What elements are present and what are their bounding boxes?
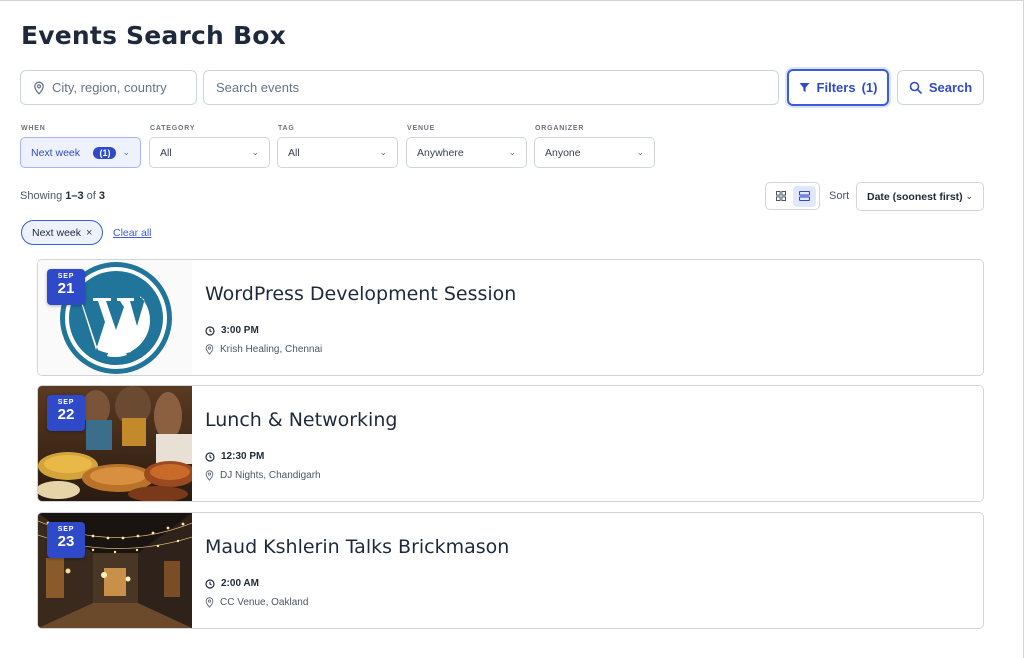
sort-value: Date (soonest first) [867,190,963,203]
filter-select-category[interactable]: All ⌄ [149,137,270,168]
filter-select-tag[interactable]: All ⌄ [277,137,398,168]
event-search-input[interactable]: Search events [203,70,779,105]
clock-icon [205,578,215,589]
chevron-down-icon: ⌄ [965,191,973,201]
filters-label: Filters [816,80,856,95]
funnel-icon [799,83,810,92]
event-time-text: 3:00 PM [221,325,259,336]
filter-label-tag: TAG [278,125,295,132]
event-search-placeholder: Search events [216,80,300,95]
chevron-down-icon: ⌄ [251,147,259,157]
magnifier-icon [909,81,922,94]
grid-view-button[interactable] [769,186,792,207]
filter-label-organizer: ORGANIZER [535,125,585,132]
filter-label-when: WHEN [21,125,46,132]
location-placeholder: City, region, country [52,80,167,95]
results-of: of [83,190,99,202]
search-button-label: Search [928,80,973,95]
chevron-down-icon: ⌄ [508,147,516,157]
event-date-badge: SEP 23 [47,522,85,558]
event-month: SEP [57,526,75,533]
map-pin-icon [34,81,44,95]
filters-button[interactable]: Filters (1) [787,69,889,106]
event-venue: Krish Healing, Chennai [205,344,322,355]
filter-value-venue: Anywhere [417,146,464,159]
filter-value-when: Next week [31,146,81,159]
results-range: 1–3 [65,190,84,202]
event-month: SEP [57,399,75,406]
page-title: Events Search Box [21,21,286,50]
results-count: Showing 1–3 of 3 [20,190,105,202]
search-button[interactable]: Search [897,70,984,105]
list-icon [798,191,810,201]
event-title[interactable]: Lunch & Networking [205,409,397,431]
map-pin-icon [205,344,214,355]
event-time: 12:30 PM [205,451,264,462]
event-venue: DJ Nights, Chandigarh [205,470,321,481]
event-time: 2:00 AM [205,578,259,589]
filter-badge-when: (1) [93,146,117,159]
filter-select-organizer[interactable]: Anyone ⌄ [534,137,655,168]
clock-icon [205,325,215,336]
view-toggle [765,182,820,210]
event-day: 21 [57,280,75,297]
close-icon[interactable]: × [86,227,92,239]
list-view-button[interactable] [792,185,816,207]
active-filter-chip[interactable]: Next week × [21,220,104,245]
map-pin-icon [205,470,214,481]
sort-label: Sort [829,190,850,202]
event-month: SEP [57,273,75,280]
event-venue-text: DJ Nights, Chandigarh [220,470,321,481]
filter-select-venue[interactable]: Anywhere ⌄ [406,137,527,168]
event-card[interactable]: SEP 23 Maud Kshlerin Talks Brickmason 2:… [37,512,984,629]
event-time-text: 12:30 PM [221,451,265,462]
grid-icon [775,191,786,201]
clear-all-link[interactable]: Clear all [113,227,152,239]
filter-label-category: CATEGORY [150,125,196,132]
event-title[interactable]: WordPress Development Session [205,283,516,305]
event-day: 22 [57,406,75,423]
location-input[interactable]: City, region, country [20,70,197,105]
filter-value-tag: All [288,146,300,159]
results-total: 3 [98,190,106,202]
event-title[interactable]: Maud Kshlerin Talks Brickmason [205,536,509,558]
filter-select-when[interactable]: Next week (1) ⌄ [20,137,141,168]
filter-value-organizer: Anyone [545,146,581,159]
chip-label: Next week [32,226,82,239]
event-time: 3:00 PM [205,325,259,336]
event-card[interactable]: SEP 22 Lunch & Networking 12:30 PM DJ Ni… [37,385,984,502]
filters-count: (1) [861,80,878,95]
sort-select[interactable]: Date (soonest first) ⌄ [856,182,984,211]
event-venue: CC Venue, Oakland [205,597,308,608]
map-pin-icon [205,597,214,608]
event-day: 23 [57,533,75,550]
filter-label-venue: VENUE [407,125,436,132]
event-venue-text: CC Venue, Oakland [220,597,309,608]
event-card[interactable]: SEP 21 WordPress Development Session 3:0… [37,259,984,376]
chevron-down-icon: ⌄ [636,147,644,157]
chevron-down-icon: ⌄ [122,147,130,157]
event-time-text: 2:00 AM [221,578,259,589]
results-prefix: Showing [20,190,66,202]
event-date-badge: SEP 22 [47,395,85,431]
event-date-badge: SEP 21 [47,269,85,305]
clock-icon [205,451,215,462]
filter-value-category: All [160,146,172,159]
chevron-down-icon: ⌄ [379,147,387,157]
event-venue-text: Krish Healing, Chennai [220,344,323,355]
